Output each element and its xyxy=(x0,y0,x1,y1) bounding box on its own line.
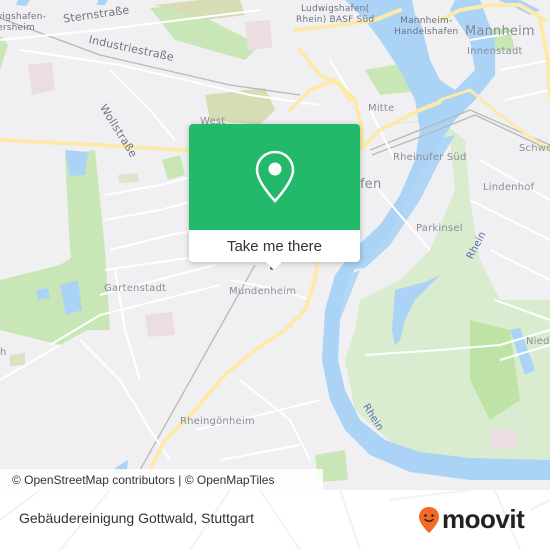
map-canvas[interactable]: Sternstraße Industriestraße Wollstraße L… xyxy=(0,0,550,490)
label-rheingoenheim: Rheingönheim xyxy=(180,416,255,427)
map-pin-icon xyxy=(255,150,294,203)
popup-pointer xyxy=(265,261,283,270)
moovit-logo[interactable]: moovit xyxy=(418,504,525,535)
footer: Gebäudereinigung Gottwald, Stuttgart moo… xyxy=(0,490,550,550)
location-popup: Take me there xyxy=(189,124,360,270)
label-gartenstadt: Gartenstadt xyxy=(104,283,167,294)
moovit-smiley-pin-icon xyxy=(419,506,439,533)
label-rheinufer-sued: Rheinufer Süd xyxy=(393,152,467,163)
label-mannheim: Mannheim xyxy=(465,24,535,39)
label-ludwigshafen: fen xyxy=(360,177,382,192)
moovit-wordmark: moovit xyxy=(442,504,525,534)
label-ludwigshafen-basf-sued: Ludwigshafen( Rhein) BASF Süd xyxy=(296,4,375,25)
label-mitte: Mitte xyxy=(368,103,395,114)
label-innenstadt: Innenstadt xyxy=(467,46,523,57)
label-parkinsel: Parkinsel xyxy=(416,223,463,234)
place-title: Gebäudereinigung Gottwald, Stuttgart xyxy=(19,510,255,526)
map-attribution[interactable]: © OpenStreetMap contributors | © OpenMap… xyxy=(0,469,323,490)
label-ludwigshafen-oggersheim: Ludwigshafen- Oggersheim xyxy=(0,12,47,33)
label-maudach: h xyxy=(0,347,7,358)
label-mundenheim: Mundenheim xyxy=(229,286,297,297)
popup-header xyxy=(189,124,360,230)
label-mannheim-handelshafen: Mannheim- Handelshafen xyxy=(394,16,459,37)
take-me-there-button[interactable]: Take me there xyxy=(189,230,360,262)
label-lindenhof: Lindenhof xyxy=(483,182,535,193)
label-niederfeld: Nied xyxy=(526,336,550,347)
label-schwetzingerstadt: Schwe xyxy=(519,143,550,154)
